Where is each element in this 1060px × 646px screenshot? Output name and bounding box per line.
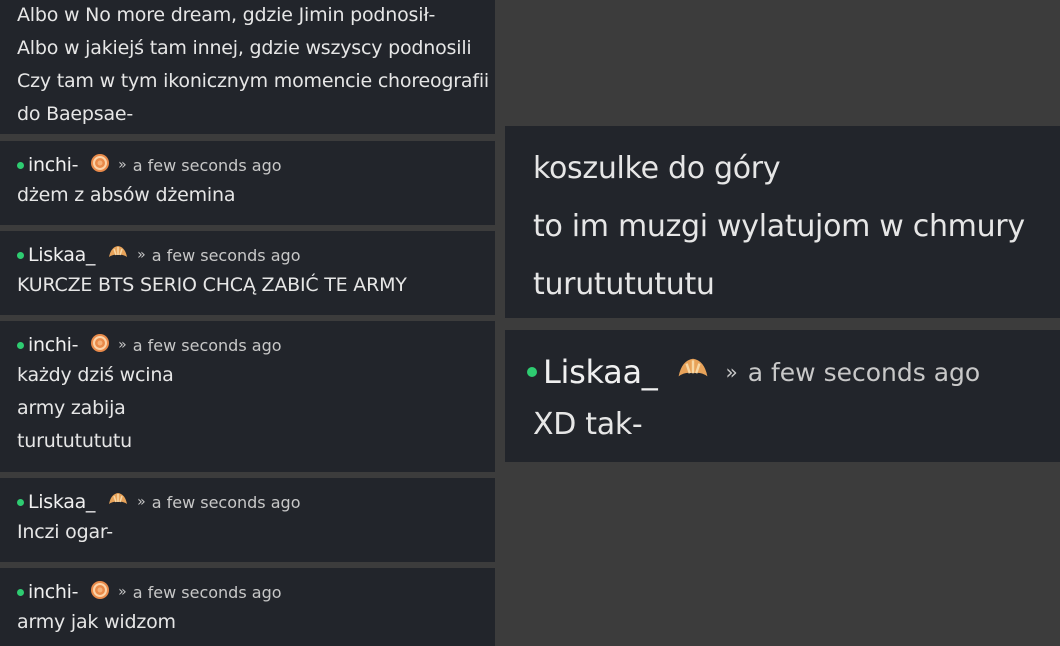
timestamp: a few seconds ago [747, 357, 981, 387]
message-header: inchi- » a few seconds ago [17, 331, 495, 359]
message-line: Czy tam w tym ikonicznym momencie choreo… [17, 70, 489, 92]
message-line: XD tak- [533, 407, 643, 442]
message-line: do Baepsae- [17, 103, 134, 125]
message-header: inchi- » a few seconds ago [17, 578, 495, 606]
separator: » [118, 337, 127, 353]
online-status-dot [527, 367, 537, 377]
username[interactable]: inchi- [28, 334, 78, 356]
orange-swirl-avatar-icon[interactable] [90, 153, 110, 177]
zoomed-message-card: koszulke do góry to im muzgi wylatujom w… [505, 126, 1060, 318]
message-line: Albo w jakiejś tam innej, gdzie wszyscy … [17, 37, 472, 59]
online-status-dot [17, 161, 24, 169]
online-status-dot [17, 251, 24, 259]
online-status-dot [17, 341, 24, 349]
message-header: Liskaa_ » a few seconds ago [17, 488, 495, 516]
orange-swirl-avatar-icon[interactable] [90, 580, 110, 604]
message-block-top: Albo w No more dream, gdzie Jimin podnos… [0, 0, 495, 134]
online-status-dot [17, 498, 24, 506]
timestamp: a few seconds ago [151, 245, 301, 265]
zoomed-message-card: Liskaa_ » a few seconds ago XD tak- [505, 330, 1060, 462]
timestamp: a few seconds ago [132, 155, 282, 175]
username[interactable]: Liskaa_ [28, 491, 95, 513]
message-line: Albo w No more dream, gdzie Jimin podnos… [17, 4, 436, 26]
message-card: Liskaa_ » a few seconds ago Inczi ogar- [0, 478, 495, 562]
message-line: turututututu [533, 267, 715, 302]
username[interactable]: Liskaa_ [543, 353, 658, 391]
message-card: inchi- » a few seconds ago każdy dziś wc… [0, 321, 495, 472]
message-header: Liskaa_ » a few seconds ago [17, 241, 495, 269]
croissant-avatar-icon[interactable] [675, 354, 711, 390]
message-line: turututututu [17, 430, 132, 452]
message-header: Liskaa_ » a few seconds ago [527, 352, 1060, 392]
username[interactable]: inchi- [28, 154, 78, 176]
message-line: army jak widzom [17, 611, 176, 633]
chat-screenshot-collage: Albo w No more dream, gdzie Jimin podnos… [0, 0, 1060, 646]
timestamp: a few seconds ago [151, 492, 301, 512]
timestamp: a few seconds ago [132, 335, 282, 355]
separator: » [118, 584, 127, 600]
username[interactable]: inchi- [28, 581, 78, 603]
username[interactable]: Liskaa_ [28, 244, 95, 266]
message-line: to im muzgi wylatujom w chmury [533, 209, 1025, 244]
message-line: KURCZE BTS SERIO CHCĄ ZABIĆ TE ARMY [17, 274, 407, 296]
message-line: każdy dziś wcina [17, 364, 174, 386]
separator: » [725, 360, 738, 384]
separator: » [137, 247, 146, 263]
message-card: inchi- » a few seconds ago army jak widz… [0, 568, 495, 646]
croissant-avatar-icon[interactable] [107, 490, 129, 514]
message-header: inchi- » a few seconds ago [17, 151, 495, 179]
online-status-dot [17, 588, 24, 596]
message-line: koszulke do góry [533, 151, 781, 186]
message-card: Liskaa_ » a few seconds ago KURCZE BTS S… [0, 231, 495, 315]
message-card: inchi- » a few seconds ago dżem z absów … [0, 141, 495, 225]
croissant-avatar-icon[interactable] [107, 243, 129, 267]
orange-swirl-avatar-icon[interactable] [90, 333, 110, 357]
message-line: army zabija [17, 397, 126, 419]
message-line: dżem z absów dżemina [17, 184, 236, 206]
separator: » [118, 157, 127, 173]
message-line: Inczi ogar- [17, 521, 113, 543]
timestamp: a few seconds ago [132, 582, 282, 602]
separator: » [137, 494, 146, 510]
